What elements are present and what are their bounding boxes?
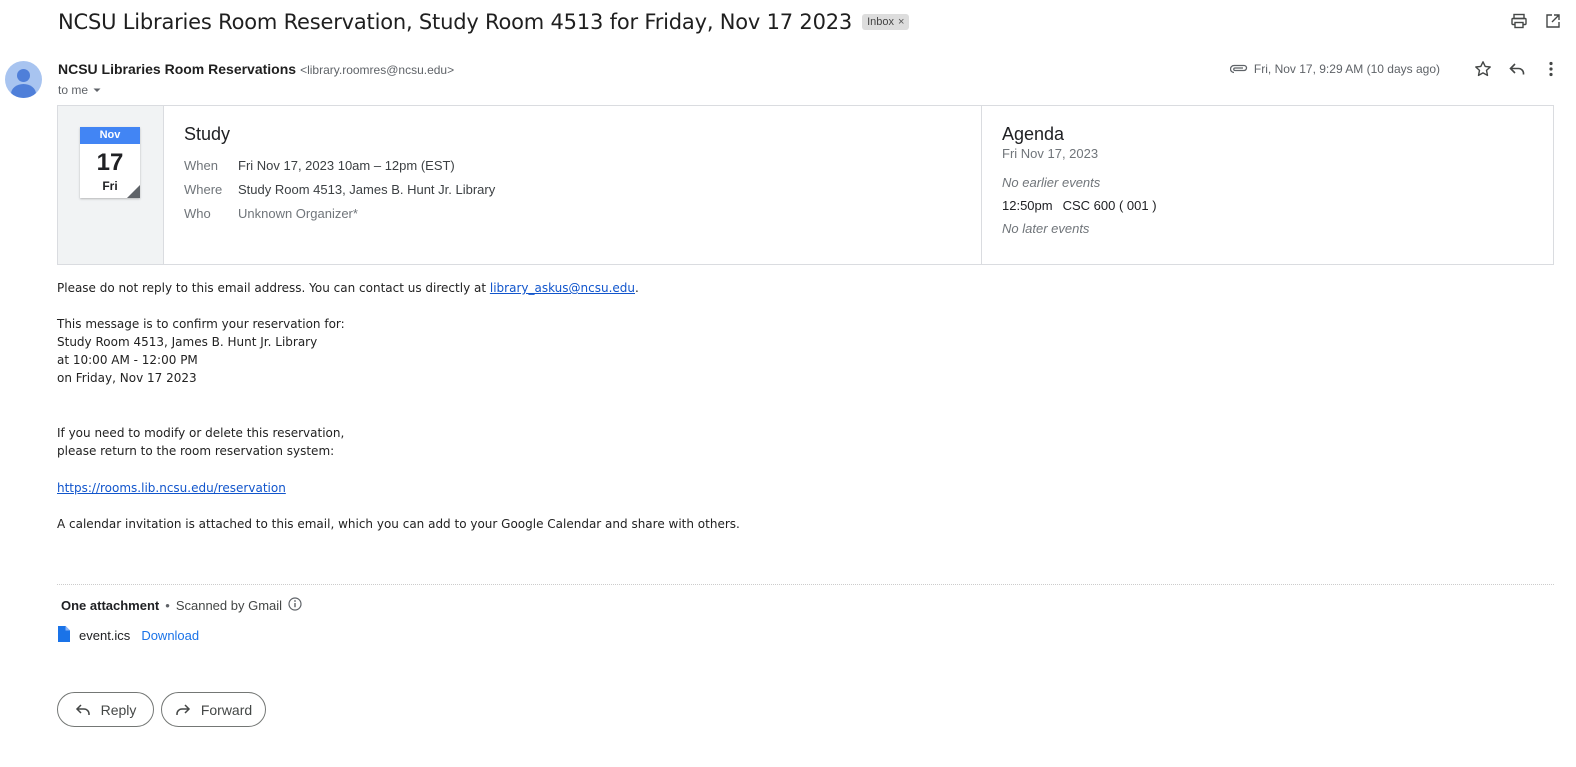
when-value: Fri Nov 17, 2023 10am – 12pm (EST) [238,158,455,173]
modify-line-1: If you need to modify or delete this res… [57,426,345,440]
calendar-note: A calendar invitation is attached to thi… [57,517,740,531]
reservation-link-line: https://rooms.lib.ncsu.edu/reservation [57,479,286,497]
agenda-event-time: 12:50pm [1002,198,1053,213]
time-line: at 10:00 AM - 12:00 PM [57,353,198,367]
recipients-toggle[interactable]: to me [58,83,102,97]
who-label: Who [184,206,211,221]
attachment-filename[interactable]: event.ics [79,628,130,643]
reply-icon[interactable] [1508,60,1526,78]
no-reply-notice: Please do not reply to this email addres… [57,279,639,297]
attachment-count: One attachment [61,598,160,613]
label-text: Inbox [867,16,895,28]
where-label: Where [184,182,223,197]
confirmation-block: This message is to confirm your reservat… [57,315,345,387]
sender-name[interactable]: NCSU Libraries Room Reservations [58,61,296,77]
event-title[interactable]: Study [184,124,961,145]
event-who-row: Who Unknown Organizer* [184,206,961,221]
forward-button[interactable]: Forward [161,692,266,727]
attachment-header: One attachment • Scanned by Gmail [61,597,302,614]
where-value: Study Room 4513, James B. Hunt Jr. Libra… [238,182,496,197]
calendar-invite-card: Nov 17 Fri Study When Fri Nov 17, 2023 1… [57,105,1554,265]
askus-email-link[interactable]: library_askus@ncsu.edu [490,281,635,295]
chevron-down-icon [93,88,101,92]
calendar-date-icon: Nov 17 Fri [80,127,140,198]
star-icon[interactable] [1474,60,1492,78]
reply-button[interactable]: Reply [57,692,154,727]
date-line: on Friday, Nov 17 2023 [57,371,197,385]
no-earlier-events: No earlier events [1002,175,1101,190]
no-later-events: No later events [1002,221,1090,236]
more-options-icon[interactable] [1542,60,1560,78]
separator-dot: • [165,598,170,613]
calendar-day: 17 [96,149,124,176]
sender-line: NCSU Libraries Room Reservations <librar… [58,61,454,77]
reply-label: Reply [100,701,137,718]
event-when-row: When Fri Nov 17, 2023 10am – 12pm (EST) [184,158,961,173]
who-value: Unknown Organizer* [238,206,358,221]
forward-icon [176,703,190,715]
agenda-panel: Agenda Fri Nov 17, 2023 No earlier event… [982,106,1553,264]
modify-block: If you need to modify or delete this res… [57,424,344,460]
attachment-clip-icon [1229,64,1248,74]
notice-suffix: . [635,281,639,295]
reply-icon [75,703,90,715]
sender-email: <library.roomres@ncsu.edu> [300,63,455,77]
agenda-title: Agenda [1002,124,1065,144]
attachment-divider [57,584,1554,585]
calendar-date-column: Nov 17 Fri [58,106,164,264]
scanned-by-gmail: Scanned by Gmail [175,598,283,613]
printer-icon[interactable] [1510,12,1528,30]
top-actions [1510,12,1562,30]
confirm-line: This message is to confirm your reservat… [57,317,345,331]
when-label: When [184,158,218,173]
remove-label-button[interactable]: × [898,16,904,28]
inbox-label-chip: Inbox × [862,14,910,30]
file-icon [57,626,70,645]
recipients-text: to me [58,83,89,97]
info-icon[interactable] [288,597,302,614]
message-date: Fri, Nov 17, 9:29 AM (10 days ago) [1253,62,1440,76]
agenda-event-name: CSC 600 ( 001 ) [1062,198,1157,213]
download-link[interactable]: Download [141,628,199,643]
message-meta: Fri, Nov 17, 9:29 AM (10 days ago) [1229,60,1560,78]
calendar-month: Nov [80,127,140,144]
open-in-new-window-icon[interactable] [1544,12,1562,30]
subject-row: NCSU Libraries Room Reservation, Study R… [58,9,910,35]
page-fold-icon [127,185,140,198]
event-details: Study When Fri Nov 17, 2023 10am – 12pm … [164,106,982,264]
agenda-date: Fri Nov 17, 2023 [1002,146,1099,161]
reservation-system-link[interactable]: https://rooms.lib.ncsu.edu/reservation [57,481,286,495]
email-subject: NCSU Libraries Room Reservation, Study R… [58,10,853,34]
notice-text: Please do not reply to this email addres… [57,281,490,295]
modify-line-2: please return to the room reservation sy… [57,444,335,458]
room-line: Study Room 4513, James B. Hunt Jr. Libra… [57,335,318,349]
event-where-row: Where Study Room 4513, James B. Hunt Jr.… [184,182,961,197]
sender-avatar[interactable] [5,61,42,98]
forward-label: Forward [200,701,253,718]
attachment-item: event.ics Download [57,626,199,645]
agenda-event[interactable]: 12:50pm CSC 600 ( 001 ) [1002,198,1533,213]
